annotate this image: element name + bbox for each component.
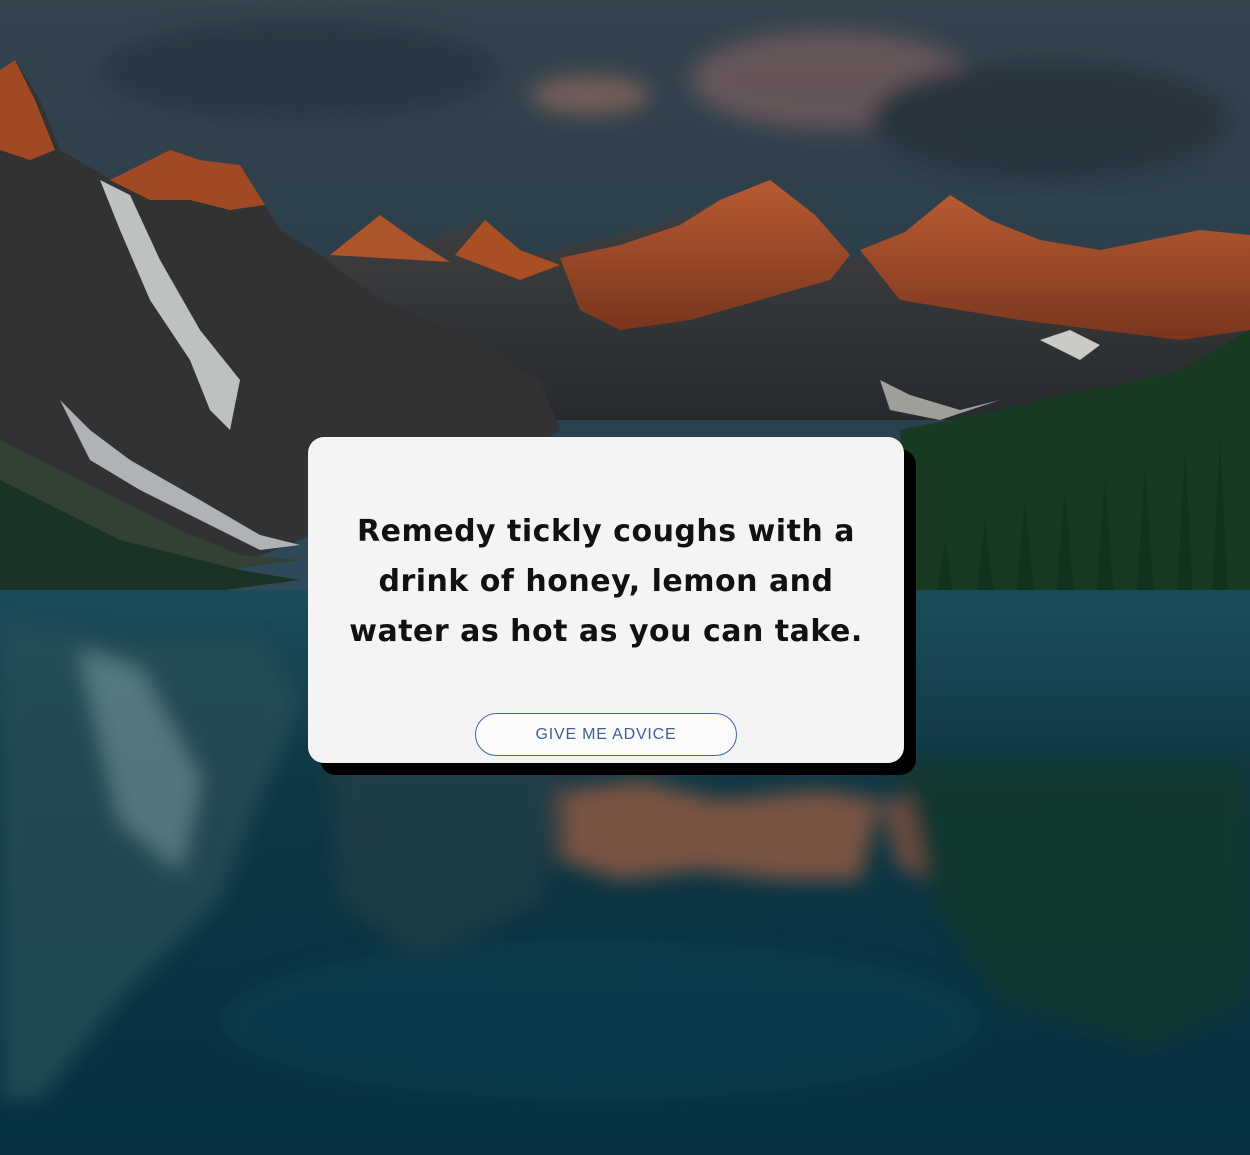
- advice-card: Remedy tickly coughs with a drink of hon…: [308, 437, 904, 763]
- advice-text: Remedy tickly coughs with a drink of hon…: [349, 514, 863, 649]
- give-advice-button[interactable]: GIVE ME ADVICE: [475, 713, 737, 756]
